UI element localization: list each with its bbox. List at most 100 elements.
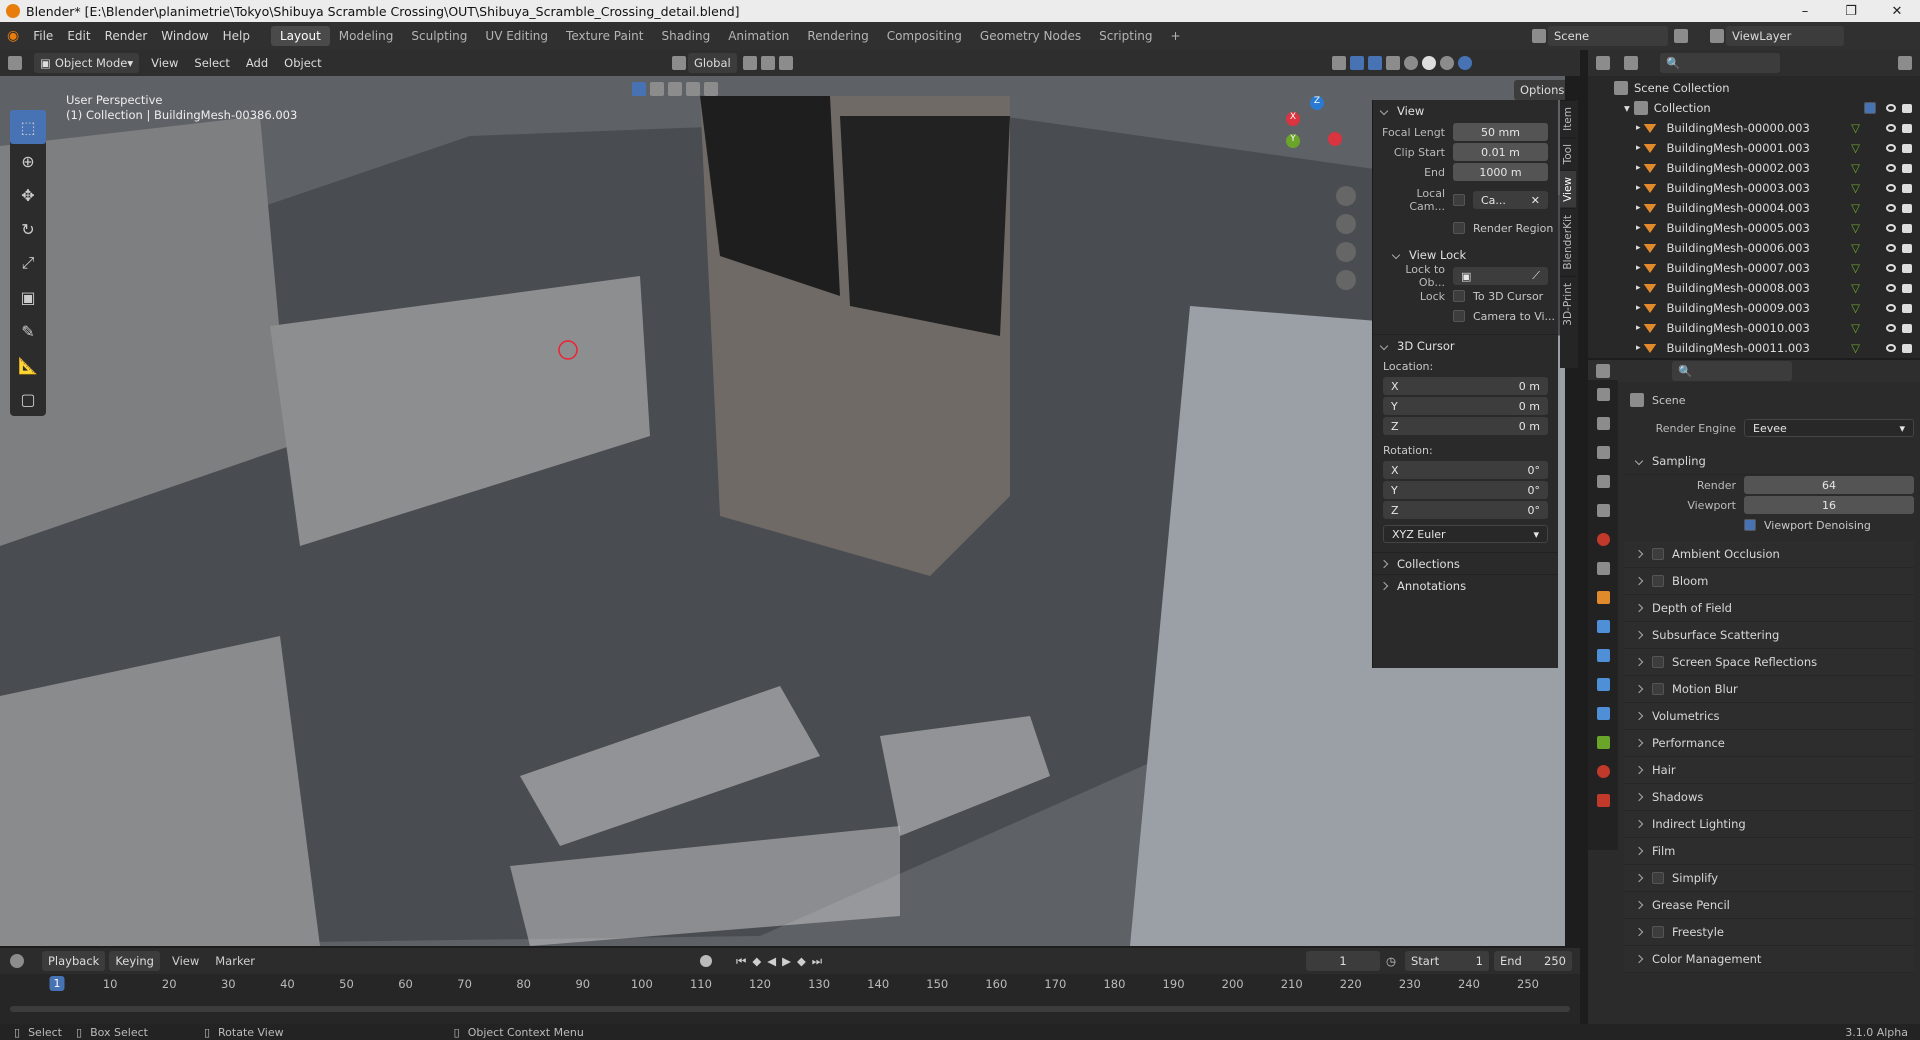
camera-icon[interactable] — [1902, 103, 1912, 113]
expand-icon[interactable]: ▸ — [1636, 283, 1641, 293]
outliner-object-row[interactable]: ▸ BuildingMesh-00001.003 ▽ — [1588, 138, 1920, 158]
render-section-row[interactable]: Film — [1624, 838, 1914, 865]
view-layer-tab-icon[interactable] — [1588, 467, 1618, 496]
next-keyframe-icon[interactable]: ◆ — [797, 954, 806, 968]
scene-collection-row[interactable]: Scene Collection — [1588, 78, 1920, 98]
eye-icon[interactable] — [1886, 304, 1896, 312]
viewport-denoising-checkbox[interactable] — [1744, 519, 1756, 531]
eye-icon[interactable] — [1886, 264, 1896, 272]
render-section-row[interactable]: Color Management — [1624, 946, 1914, 973]
render-section-row[interactable]: Volumetrics — [1624, 703, 1914, 730]
cursor-rotation-x[interactable]: X 0° — [1383, 461, 1548, 479]
camera-icon[interactable] — [1902, 243, 1912, 253]
proportional-edit-icon[interactable] — [778, 56, 793, 70]
render-section-row[interactable]: Bloom — [1624, 568, 1914, 595]
3d-viewport[interactable]: User Perspective (1) Collection | Buildi… — [0, 76, 1565, 946]
mesh-data-icon[interactable]: ▽ — [1851, 181, 1860, 195]
eyedropper-icon[interactable]: ⟋ — [1532, 269, 1540, 283]
tab-animation[interactable]: Animation — [719, 26, 798, 46]
menu-edit[interactable]: Edit — [60, 29, 97, 43]
add-cube-tool[interactable]: ▢ — [10, 382, 46, 416]
outliner-object-row[interactable]: ▸ BuildingMesh-00007.003 ▽ — [1588, 258, 1920, 278]
expand-icon[interactable]: ▸ — [1636, 243, 1641, 253]
section-enable-checkbox[interactable] — [1652, 683, 1664, 695]
select-mode-subtract-icon[interactable] — [668, 82, 682, 96]
expand-icon[interactable]: ▸ — [1636, 263, 1641, 273]
scene-selector[interactable]: Scene — [1548, 26, 1668, 46]
orientation-selector[interactable]: Global — [688, 53, 737, 73]
cursor-location-x[interactable]: X 0 m — [1383, 377, 1548, 395]
expand-icon[interactable]: ▸ — [1636, 183, 1641, 193]
select-mode-invert-icon[interactable] — [686, 82, 700, 96]
annotate-tool[interactable]: ✎ — [10, 314, 46, 348]
filter-icon[interactable] — [1898, 56, 1912, 70]
gizmo-icon[interactable] — [1350, 56, 1364, 70]
camera-icon[interactable] — [1902, 183, 1912, 193]
navigation-gizmo[interactable]: Z X Y — [1282, 96, 1352, 166]
outliner-object-row[interactable]: ▸ BuildingMesh-00000.003 ▽ — [1588, 118, 1920, 138]
rotate-tool[interactable]: ↻ — [10, 212, 46, 246]
mesh-data-icon[interactable]: ▽ — [1851, 121, 1860, 135]
mesh-data-icon[interactable]: ▽ — [1851, 201, 1860, 215]
mesh-data-icon[interactable]: ▽ — [1851, 341, 1860, 355]
tab-rendering[interactable]: Rendering — [798, 26, 877, 46]
play-icon[interactable]: ▶ — [782, 954, 791, 968]
local-camera-field[interactable]: Ca... ✕ — [1473, 191, 1548, 209]
mesh-data-icon[interactable]: ▽ — [1851, 221, 1860, 235]
cursor-location-y[interactable]: Y 0 m — [1383, 397, 1548, 415]
3d-cursor-panel-header[interactable]: 3D Cursor — [1373, 334, 1558, 356]
maximize-button[interactable]: ❐ — [1828, 0, 1874, 22]
menu-add[interactable]: Add — [238, 56, 276, 70]
expand-icon[interactable]: ▸ — [1636, 223, 1641, 233]
tab-compositing[interactable]: Compositing — [878, 26, 971, 46]
pivot-icon[interactable] — [742, 56, 757, 70]
tab-texture-paint[interactable]: Texture Paint — [557, 26, 652, 46]
menu-render[interactable]: Render — [98, 29, 155, 43]
camera-icon[interactable] — [1902, 163, 1912, 173]
eye-icon[interactable] — [1886, 344, 1896, 352]
editor-type-icon[interactable] — [8, 56, 22, 70]
render-section-row[interactable]: Hair — [1624, 757, 1914, 784]
current-frame-field[interactable]: 1 — [1306, 951, 1380, 971]
render-section-row[interactable]: Depth of Field — [1624, 595, 1914, 622]
view-panel-header[interactable]: View — [1373, 100, 1558, 122]
properties-search-input[interactable]: 🔍 — [1672, 361, 1792, 381]
tab-view[interactable]: View — [1560, 170, 1576, 209]
cursor-rotation-z[interactable]: Z 0° — [1383, 501, 1548, 519]
section-enable-checkbox[interactable] — [1652, 926, 1664, 938]
menu-file[interactable]: File — [26, 29, 60, 43]
timeline-scrollbar[interactable] — [10, 1006, 1570, 1012]
select-box-tool[interactable]: ⬚ — [10, 110, 46, 144]
snap-icon[interactable] — [760, 56, 775, 70]
measure-tool[interactable]: 📐 — [10, 348, 46, 382]
camera-icon[interactable] — [1902, 343, 1912, 353]
eye-icon[interactable] — [1886, 144, 1896, 152]
scene-tab-icon[interactable] — [1588, 496, 1618, 525]
select-mode-new-icon[interactable] — [632, 82, 646, 96]
eye-icon[interactable] — [1886, 224, 1896, 232]
render-region-checkbox[interactable] — [1453, 222, 1465, 234]
transform-tool[interactable]: ▣ — [10, 280, 46, 314]
keying-menu[interactable]: Keying — [109, 951, 160, 971]
new-scene-icon[interactable] — [1674, 29, 1688, 43]
pan-hand-icon[interactable] — [1336, 214, 1356, 234]
camera-icon[interactable] — [1902, 263, 1912, 273]
prev-keyframe-icon[interactable]: ◆ — [752, 954, 761, 968]
render-tab-icon[interactable] — [1588, 409, 1618, 438]
annotations-panel-header[interactable]: Annotations — [1373, 574, 1558, 596]
wireframe-shading-icon[interactable] — [1404, 56, 1418, 70]
eye-icon[interactable] — [1886, 164, 1896, 172]
camera-icon[interactable] — [1902, 223, 1912, 233]
camera-to-view-checkbox[interactable] — [1453, 310, 1465, 322]
tab-layout[interactable]: Layout — [270, 26, 330, 46]
output-tab-icon[interactable] — [1588, 438, 1618, 467]
eye-icon[interactable] — [1886, 324, 1896, 332]
menu-view[interactable]: View — [143, 56, 186, 70]
properties-editor-icon[interactable] — [1596, 364, 1610, 378]
texture-tab-icon[interactable] — [1588, 786, 1618, 815]
playback-menu[interactable]: Playback — [42, 951, 106, 971]
expand-icon[interactable]: ▸ — [1636, 343, 1641, 353]
marker-menu[interactable]: Marker — [207, 954, 263, 968]
menu-help[interactable]: Help — [216, 29, 257, 43]
frame-ruler[interactable]: 1 10 20 30 40 50 60 70 80 90 100 110 120 130 140 150 16… — [0, 974, 1580, 996]
